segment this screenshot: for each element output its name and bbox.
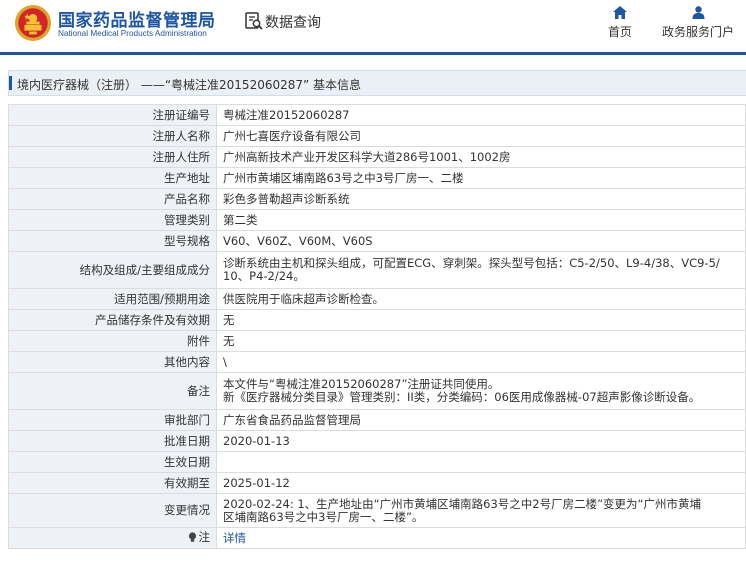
table-row: 注册人名称 广州七喜医疗设备有限公司 — [8, 125, 746, 147]
table-row: 其他内容 \ — [8, 351, 746, 373]
row-value: 2025-01-12 — [216, 472, 746, 494]
row-label: 管理类别 — [8, 209, 217, 231]
table-row: 附件 无 — [8, 330, 746, 352]
table-row: 生产地址 广州市黄埔区埔南路63号之中3号厂房一、二楼 — [8, 167, 746, 189]
table-row: 生效日期 — [8, 451, 746, 473]
row-label: 适用范围/预期用途 — [8, 288, 217, 310]
row-label: 备注 — [8, 372, 217, 410]
row-value: 供医院用于临床超声诊断检查。 — [216, 288, 746, 310]
row-label: 生效日期 — [8, 451, 217, 473]
site-name-cn[interactable]: 国家药品监督管理局 — [58, 6, 216, 31]
table-row: 注册证编号 粤械注准20152060287 — [8, 104, 746, 126]
row-label: 变更情况 — [8, 493, 217, 528]
table-row: 审批部门 广东省食品药品监督管理局 — [8, 409, 746, 431]
row-value: 彩色多普勒超声诊断系统 — [216, 188, 746, 210]
table-row: 适用范围/预期用途 供医院用于临床超声诊断检查。 — [8, 288, 746, 310]
row-label: 批准日期 — [8, 430, 217, 452]
user-icon — [692, 6, 704, 19]
row-label: 注册人住所 — [8, 146, 217, 168]
title-accent-mark — [9, 76, 12, 90]
row-label: 结构及组成/主要组成成分 — [8, 251, 217, 289]
row-value: 广州七喜医疗设备有限公司 — [216, 125, 746, 147]
header-divider — [0, 52, 746, 55]
row-value-line: 2020-02-24: 1、生产地址由“广州市黄埔区埔南路63号之中2号厂房二楼… — [223, 496, 701, 511]
table-row: 变更情况 2020-02-24: 1、生产地址由“广州市黄埔区埔南路63号之中2… — [8, 493, 746, 528]
record-title-bar: 境内医疗器械（注册） ——“粤械注准20152060287” 基本信息 — [8, 70, 746, 96]
table-row: 型号规格 V60、V60Z、V60M、V60S — [8, 230, 746, 252]
row-value: 广州高新技术产业开发区科学大道286号1001、1002房 — [216, 146, 746, 168]
row-value-line: 新《医疗器械分类目录》管理类别：II类，分类编码：06医用成像器械-07超声影像… — [223, 390, 701, 404]
data-query-link[interactable]: 数据查询 — [265, 12, 321, 32]
row-label: 注册人名称 — [8, 125, 217, 147]
record-title: 境内医疗器械（注册） ——“粤械注准20152060287” 基本信息 — [17, 78, 362, 92]
device-info-table: 注册证编号 粤械注准20152060287 注册人名称 广州七喜医疗设备有限公司… — [8, 104, 746, 549]
lightbulb-icon — [188, 531, 196, 542]
row-label: 型号规格 — [8, 230, 217, 252]
row-value — [216, 451, 746, 473]
row-value: 2020-02-24: 1、生产地址由“广州市黄埔区埔南路63号之中2号厂房二楼… — [216, 493, 746, 528]
site-header: 国家药品监督管理局 National Medical Products Admi… — [0, 0, 746, 52]
note-label: 注 — [188, 529, 211, 544]
national-emblem-icon[interactable] — [14, 4, 52, 42]
row-value: 详情 — [216, 527, 746, 549]
row-value-line: 区埔南路63号之中3号厂房一、二楼”。 — [223, 509, 424, 524]
table-row: 产品储存条件及有效期 无 — [8, 309, 746, 331]
table-row: 注册人住所 广州高新技术产业开发区科学大道286号1001、1002房 — [8, 146, 746, 168]
row-label: 附件 — [8, 330, 217, 352]
table-row: 产品名称 彩色多普勒超声诊断系统 — [8, 188, 746, 210]
row-label: 产品名称 — [8, 188, 217, 210]
nav-home[interactable]: 首页 — [600, 6, 640, 40]
row-label: 审批部门 — [8, 409, 217, 431]
row-value: 第二类 — [216, 209, 746, 231]
details-link[interactable]: 详情 — [223, 531, 246, 545]
row-value: 2020-01-13 — [216, 430, 746, 452]
row-value: 诊断系统由主机和探头组成，可配置ECG、穿刺架。探头型号包括：C5-2/50、L… — [216, 251, 746, 289]
row-value: 广东省食品药品监督管理局 — [216, 409, 746, 431]
table-row: 管理类别 第二类 — [8, 209, 746, 231]
row-value-line: 10、P4-2/24。 — [223, 269, 305, 283]
data-query-icon[interactable] — [244, 11, 264, 31]
row-value: \ — [216, 351, 746, 373]
row-label: 有效期至 — [8, 472, 217, 494]
table-row: 批准日期 2020-01-13 — [8, 430, 746, 452]
home-icon — [613, 6, 627, 19]
row-value: 粤械注准20152060287 — [216, 104, 746, 126]
note-label-cell: 注 — [8, 527, 217, 549]
nav-gov-services[interactable]: 政务服务门户 — [655, 6, 741, 40]
table-row: 有效期至 2025-01-12 — [8, 472, 746, 494]
row-value: 无 — [216, 309, 746, 331]
site-name-en[interactable]: National Medical Products Administration — [58, 29, 207, 38]
table-row: 结构及组成/主要组成成分 诊断系统由主机和探头组成，可配置ECG、穿刺架。探头型… — [8, 251, 746, 289]
row-label: 产品储存条件及有效期 — [8, 309, 217, 331]
table-row: 备注 本文件与“粤械注准20152060287”注册证共同使用。 新《医疗器械分… — [8, 372, 746, 410]
row-value: 广州市黄埔区埔南路63号之中3号厂房一、二楼 — [216, 167, 746, 189]
row-value: 本文件与“粤械注准20152060287”注册证共同使用。 新《医疗器械分类目录… — [216, 372, 746, 410]
row-label: 生产地址 — [8, 167, 217, 189]
row-value: V60、V60Z、V60M、V60S — [216, 230, 746, 252]
note-label-text: 注 — [198, 529, 211, 544]
row-label: 注册证编号 — [8, 104, 217, 126]
row-value: 无 — [216, 330, 746, 352]
nav-gov-services-label: 政务服务门户 — [661, 25, 734, 39]
table-row: 注 详情 — [8, 527, 746, 549]
row-label: 其他内容 — [8, 351, 217, 373]
nav-home-label: 首页 — [607, 25, 632, 39]
